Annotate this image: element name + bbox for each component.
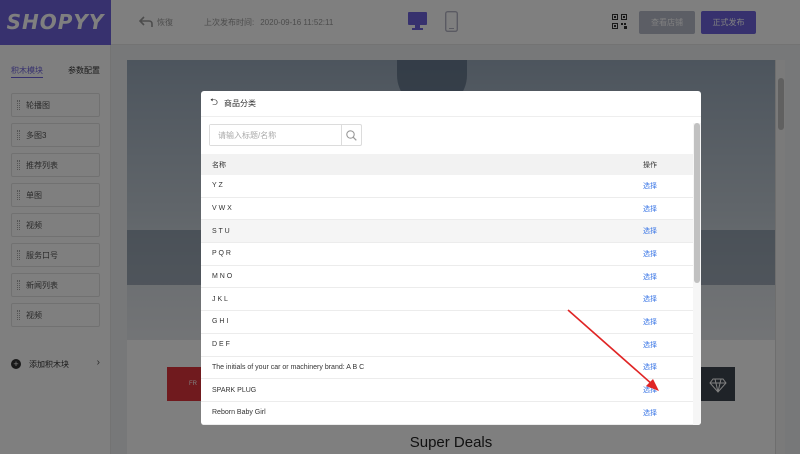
search-button[interactable]: [341, 125, 361, 145]
row-name: P Q R: [212, 250, 231, 258]
annotation-arrow-icon: [567, 309, 659, 391]
table-row: M N O 选择: [201, 266, 693, 289]
modal-title: 商品分类: [224, 99, 257, 108]
row-name: Y Z: [212, 182, 223, 190]
column-header-name: 名称: [212, 161, 226, 169]
table-row: V W X 选择: [201, 198, 693, 221]
table-row: Reborn Baby Girl 选择: [201, 402, 693, 425]
table-header: 名称 操作: [201, 154, 693, 175]
search-input[interactable]: [210, 125, 341, 145]
table-row: Y Z 选择: [201, 175, 693, 198]
select-link[interactable]: 选择: [643, 408, 693, 418]
column-header-op: 操作: [643, 161, 657, 169]
row-name: Reborn Baby Girl: [212, 409, 266, 417]
select-link[interactable]: 选择: [643, 226, 693, 236]
modal-scroll-thumb[interactable]: [694, 123, 700, 283]
row-name: V W X: [212, 205, 232, 213]
select-link[interactable]: 选择: [643, 272, 693, 282]
row-name: M N O: [212, 273, 233, 281]
table-row: S T U 选择: [201, 220, 693, 244]
row-name: S T U: [212, 227, 230, 235]
select-link[interactable]: 选择: [643, 249, 693, 259]
search-box: [209, 124, 362, 146]
modal-scrollbar[interactable]: [693, 123, 701, 425]
select-link[interactable]: 选择: [643, 181, 693, 191]
modal-header: ⮌ 商品分类: [201, 91, 701, 117]
search-icon: [346, 129, 357, 141]
table-row: P Q R 选择: [201, 243, 693, 266]
back-arrow-icon[interactable]: ⮌: [210, 95, 218, 112]
select-link[interactable]: 选择: [643, 204, 693, 214]
